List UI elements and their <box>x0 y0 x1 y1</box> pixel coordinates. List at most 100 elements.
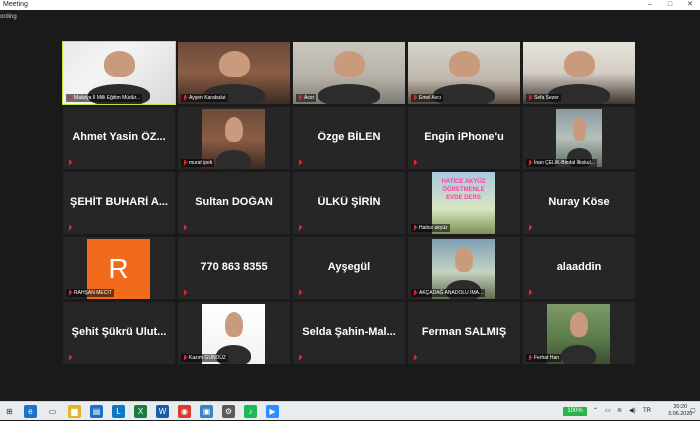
spotify-icon[interactable]: ♪ <box>244 405 257 418</box>
participant-name: Malatya İl Milli Eğitim Müdür... <box>74 95 141 101</box>
participant-tile[interactable]: murat ipek <box>178 107 290 169</box>
participant-tile[interactable]: Selda Şahin-Mal... <box>293 302 405 364</box>
participant-tile[interactable]: ÜLKÜ ŞİRİN <box>293 172 405 234</box>
participant-tile[interactable]: Özge BİLEN <box>293 107 405 169</box>
participant-face <box>334 51 365 77</box>
participant-face <box>570 312 588 337</box>
participant-tile[interactable]: Ferman SALMIŞ <box>408 302 520 364</box>
close-icon[interactable]: ✕ <box>683 0 697 10</box>
participant-name: Ferhat Han <box>534 355 560 361</box>
muted-mic-icon <box>298 355 302 361</box>
participant-tile[interactable]: Ahmet Yasin ÖZ... <box>63 107 175 169</box>
participant-tile[interactable]: 770 863 8355 <box>178 237 290 299</box>
participant-display-name: Engin iPhone'u <box>424 131 504 143</box>
participant-tile[interactable]: Kazım GÜNDÜZ <box>178 302 290 364</box>
maximize-icon[interactable]: □ <box>663 0 677 10</box>
start-icon[interactable]: ⊞ <box>3 405 16 418</box>
minimize-icon[interactable]: – <box>643 0 657 10</box>
word-icon[interactable]: W <box>156 405 169 418</box>
excel-icon[interactable]: X <box>134 405 147 418</box>
participant-tile[interactable]: Emel Avcı <box>408 42 520 104</box>
muted-mic-icon <box>68 290 72 296</box>
participant-tile[interactable]: Ayşegül <box>293 237 405 299</box>
participant-name: Emel Avcı <box>419 95 442 101</box>
participant-name-label: Emel Avcı <box>411 94 444 102</box>
participant-face <box>225 312 243 337</box>
participant-tile[interactable]: Şehit Şükrü Ulut... <box>63 302 175 364</box>
participant-body <box>318 84 380 104</box>
participant-name: Ayşen Karabulut <box>189 95 226 101</box>
clock[interactable]: 20:20 3.06.2020 <box>668 404 692 418</box>
muted-mic-icon <box>298 95 302 101</box>
task-view-icon[interactable]: ▭ <box>46 405 59 418</box>
muted-mic-icon <box>413 290 417 296</box>
edge-icon[interactable]: e <box>24 405 37 418</box>
participant-name: Acer <box>304 95 315 101</box>
participant-name-label: Acer <box>296 94 317 102</box>
participant-face <box>573 117 586 141</box>
muted-mic-icon <box>528 225 532 231</box>
language-icon[interactable]: TR <box>643 402 651 421</box>
muted-mic-icon <box>413 355 417 361</box>
participant-name-label: Ayşen Karabulut <box>181 94 228 102</box>
muted-mic-icon <box>183 95 187 101</box>
participant-tile[interactable]: Nuray Köse <box>523 172 635 234</box>
participant-tile[interactable]: ŞEHİT BUHARİ A... <box>63 172 175 234</box>
participant-display-name: 770 863 8355 <box>200 261 268 273</box>
muted-mic-icon <box>68 355 72 361</box>
participant-name-label: İnan ÇELİK-Bindal İlkokul... <box>526 159 597 167</box>
muted-mic-icon <box>298 290 302 296</box>
lync-icon[interactable]: L <box>112 405 125 418</box>
participant-face <box>219 51 250 77</box>
participant-tile[interactable]: Engin iPhone'u <box>408 107 520 169</box>
participant-tile[interactable]: alaaddin <box>523 237 635 299</box>
muted-mic-icon <box>528 355 532 361</box>
participant-name-label: Sefa Sezer <box>526 94 561 102</box>
muted-mic-icon <box>68 225 72 231</box>
participant-tile[interactable]: Malatya İl Milli Eğitim Müdür... <box>62 41 176 105</box>
volume-icon[interactable]: ◀) <box>629 402 636 421</box>
participant-status <box>526 289 534 297</box>
participant-tile[interactable]: İnan ÇELİK-Bindal İlkokul... <box>523 107 635 169</box>
poster-text: HATİCE AKYÜZ ÖĞRETMENLE EVDE DERS <box>441 179 486 201</box>
settings-icon[interactable]: ⚙ <box>222 405 235 418</box>
participant-body <box>216 150 251 169</box>
participant-tile[interactable]: Ferhat Han <box>523 302 635 364</box>
battery-icon[interactable]: ▭ <box>605 402 611 421</box>
participant-display-name: Ayşegül <box>327 261 371 273</box>
participant-display-name: Ferman SALMIŞ <box>421 326 507 338</box>
chrome-icon[interactable]: ◉ <box>178 405 191 418</box>
muted-mic-icon <box>528 95 532 101</box>
participant-name-label: Ferhat Han <box>526 354 562 362</box>
participant-tile[interactable]: Sultan DOĞAN <box>178 172 290 234</box>
participant-name-label: Kazım GÜNDÜZ <box>181 354 228 362</box>
participant-name: İnan ÇELİK-Bindal İlkokul... <box>534 160 595 166</box>
photos-icon[interactable]: ▣ <box>200 405 213 418</box>
participant-tile[interactable]: AKÇADAĞ ANADOLU İMA... <box>408 237 520 299</box>
participant-face <box>104 51 135 77</box>
chevron-up-icon[interactable]: ⌃ <box>593 402 598 421</box>
participant-status <box>296 159 304 167</box>
participant-tile[interactable]: Ayşen Karabulut <box>178 42 290 104</box>
participant-status <box>296 224 304 232</box>
participant-face <box>564 51 595 77</box>
muted-mic-icon <box>298 160 302 166</box>
participant-status <box>411 354 419 362</box>
store-icon[interactable]: ▤ <box>90 405 103 418</box>
participant-tile[interactable]: Sefa Sezer <box>523 42 635 104</box>
muted-mic-icon <box>183 160 187 166</box>
battery-indicator[interactable]: 100% <box>563 407 587 416</box>
wifi-icon[interactable]: ≋ <box>617 402 622 421</box>
participant-tile[interactable]: Acer <box>293 42 405 104</box>
muted-mic-icon <box>298 225 302 231</box>
window-titlebar: Meeting – □ ✕ <box>0 0 700 10</box>
participant-tile[interactable]: R RAHŞAN MECİT <box>63 237 175 299</box>
file-explorer-icon[interactable]: ▆ <box>68 405 81 418</box>
zoom-icon[interactable]: ▶ <box>266 405 279 418</box>
participant-name: Kazım GÜNDÜZ <box>189 355 226 361</box>
notifications-icon[interactable]: ▢ <box>690 402 696 421</box>
participant-status <box>296 289 304 297</box>
participant-body <box>561 345 596 364</box>
participant-tile[interactable]: HATİCE AKYÜZ ÖĞRETMENLE EVDE DERS Hatice … <box>408 172 520 234</box>
participant-name-label: Malatya İl Milli Eğitim Müdür... <box>66 94 143 102</box>
